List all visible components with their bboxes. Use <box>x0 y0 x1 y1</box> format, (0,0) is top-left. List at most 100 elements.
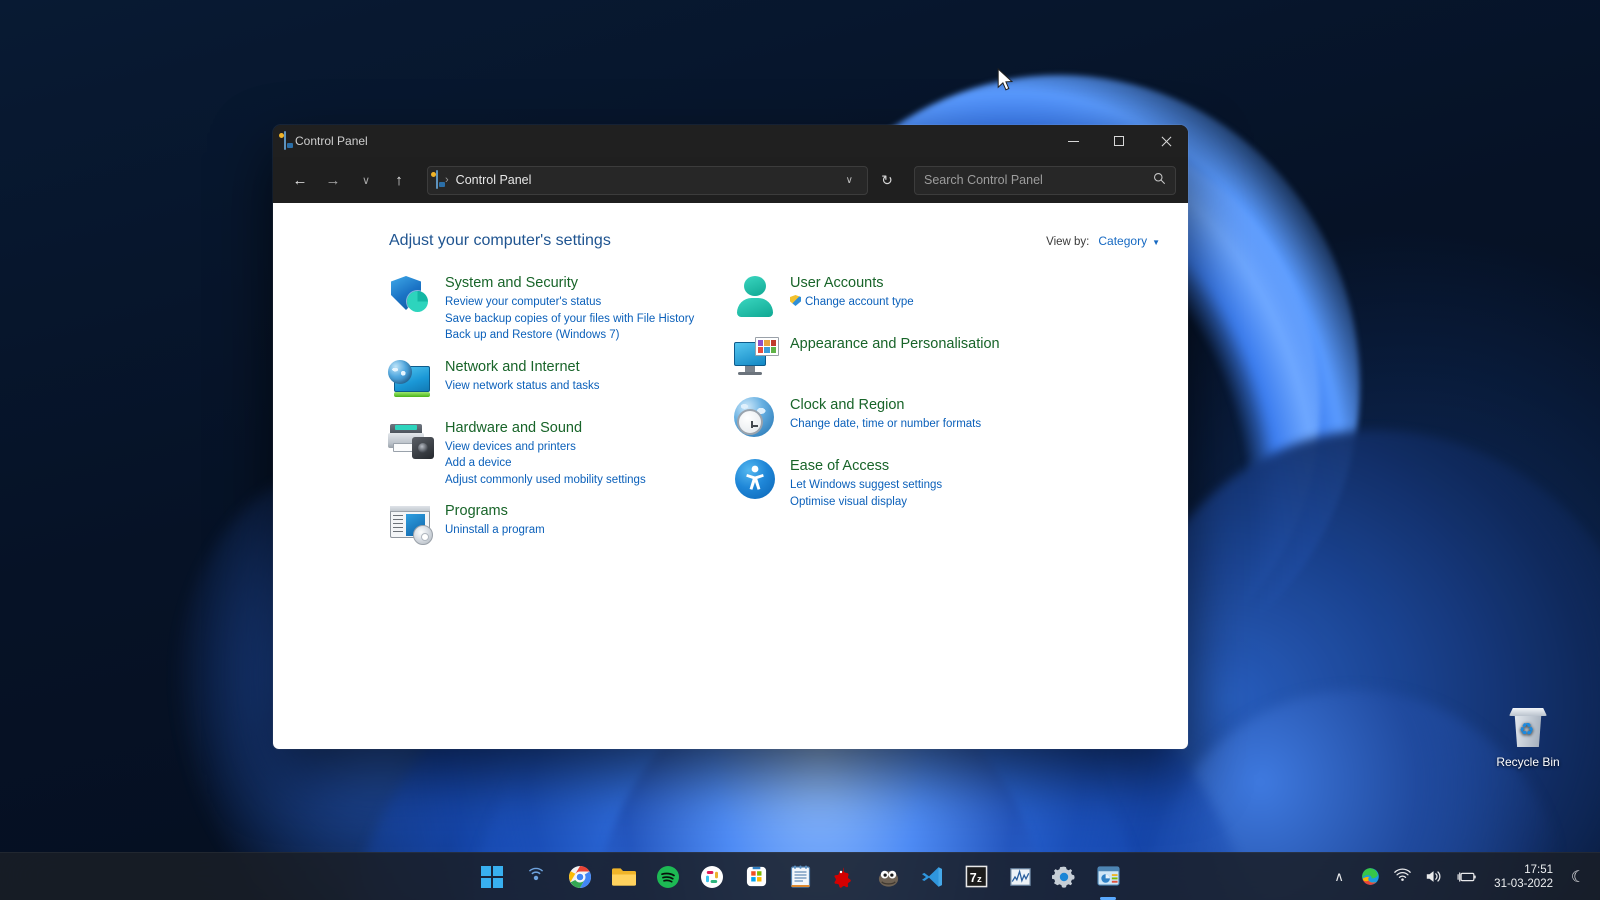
control-panel-icon <box>436 171 438 189</box>
system-tray[interactable]: ∧ <box>1325 857 1592 897</box>
refresh-button[interactable]: ↻ <box>872 166 902 195</box>
category-link[interactable]: View network status and tasks <box>445 378 599 395</box>
back-button[interactable]: ← <box>285 165 315 195</box>
page-title: Adjust your computer's settings <box>389 232 611 250</box>
minimize-button[interactable] <box>1050 125 1096 157</box>
taskbar-inkscape[interactable] <box>822 857 866 897</box>
category-link[interactable]: Review your computer's status <box>445 294 694 311</box>
taskbar-icon-group: 7 z <box>470 857 1130 897</box>
taskbar[interactable]: 7 z <box>0 852 1600 900</box>
category-link[interactable]: Add a device <box>445 455 646 472</box>
network-globe-monitor-icon <box>387 357 437 405</box>
taskbar-slack[interactable] <box>690 857 734 897</box>
network-wifi-icon[interactable] <box>1388 857 1417 897</box>
chevron-down-icon[interactable]: ▼ <box>1152 238 1160 247</box>
taskbar-system-monitor[interactable] <box>998 857 1042 897</box>
category-link[interactable]: View devices and printers <box>445 439 646 456</box>
control-panel-content: Adjust your computer's settings View by:… <box>273 203 1188 749</box>
view-by-label: View by: <box>1046 236 1089 248</box>
category-title[interactable]: Hardware and Sound <box>445 419 646 437</box>
category-appearance-and-personalisation[interactable]: Appearance and Personalisation <box>732 334 1092 382</box>
printer-speaker-icon <box>387 418 437 466</box>
category-column-right: User Accounts Change account type <box>732 273 1092 562</box>
clock-time: 17:51 <box>1524 863 1553 877</box>
category-link-with-shield[interactable]: Change account type <box>790 294 914 311</box>
category-title[interactable]: System and Security <box>445 274 694 292</box>
breadcrumb-separator: › <box>445 174 449 186</box>
category-link[interactable]: Save backup copies of your files with Fi… <box>445 311 694 328</box>
control-panel-icon <box>284 132 286 150</box>
taskbar-search-button[interactable] <box>514 857 558 897</box>
uac-shield-icon <box>790 295 801 306</box>
category-link[interactable]: Change date, time or number formats <box>790 416 981 433</box>
taskbar-control-panel[interactable] <box>1086 857 1130 897</box>
view-by-control[interactable]: View by: Category ▼ <box>1046 234 1160 248</box>
address-bar[interactable]: › Control Panel ∨ <box>427 166 868 195</box>
category-hardware-and-sound[interactable]: Hardware and Sound View devices and prin… <box>387 418 732 489</box>
forward-button[interactable]: → <box>318 165 348 195</box>
category-link[interactable]: Back up and Restore (Windows 7) <box>445 327 694 344</box>
category-link[interactable]: Adjust commonly used mobility settings <box>445 472 646 489</box>
volume-icon[interactable] <box>1419 857 1449 897</box>
breadcrumb-path[interactable]: Control Panel <box>456 173 840 187</box>
svg-text:z: z <box>976 874 981 885</box>
mouse-cursor <box>997 68 1015 94</box>
ease-of-access-icon <box>732 456 782 504</box>
navigation-toolbar[interactable]: ← → ∨ ↑ › Control Panel ∨ ↻ <box>273 157 1188 203</box>
taskbar-file-explorer[interactable] <box>602 857 646 897</box>
category-title[interactable]: Clock and Region <box>790 396 981 414</box>
view-by-value[interactable]: Category <box>1098 234 1147 248</box>
accessibility-person-glyph <box>745 465 765 491</box>
taskbar-visual-studio-code[interactable] <box>910 857 954 897</box>
clock-date: 31-03-2022 <box>1494 877 1553 891</box>
recycle-bin-icon: ♻ <box>1505 705 1551 751</box>
category-user-accounts[interactable]: User Accounts Change account type <box>732 273 1092 321</box>
category-network-and-internet[interactable]: Network and Internet View network status… <box>387 357 732 405</box>
category-title[interactable]: User Accounts <box>790 274 914 292</box>
battery-charging-icon[interactable] <box>1451 857 1483 897</box>
taskbar-gimp[interactable] <box>866 857 910 897</box>
up-button[interactable]: ↑ <box>384 165 414 195</box>
category-ease-of-access[interactable]: Ease of Access Let Windows suggest setti… <box>732 456 1092 510</box>
category-title[interactable]: Appearance and Personalisation <box>790 335 1000 353</box>
category-link[interactable]: Let Windows suggest settings <box>790 477 942 494</box>
tray-overflow-button[interactable]: ∧ <box>1325 857 1353 897</box>
category-title[interactable]: Network and Internet <box>445 358 599 376</box>
taskbar-spotify[interactable] <box>646 857 690 897</box>
category-system-and-security[interactable]: System and Security Review your computer… <box>387 273 732 344</box>
user-accounts-icon <box>732 273 782 321</box>
desktop[interactable]: ♻ Recycle Bin Control Panel ← → ∨ ↑ › <box>0 0 1600 900</box>
taskbar-settings[interactable] <box>1042 857 1086 897</box>
recycle-bin-desktop-icon[interactable]: ♻ Recycle Bin <box>1490 705 1566 769</box>
category-column-left: System and Security Review your computer… <box>387 273 732 562</box>
category-title[interactable]: Ease of Access <box>790 457 942 475</box>
control-panel-window[interactable]: Control Panel ← → ∨ ↑ › Control Panel ∨ … <box>273 125 1188 749</box>
microsoft-edge-icon[interactable] <box>1355 857 1386 897</box>
taskbar-7-zip[interactable]: 7 z <box>954 857 998 897</box>
close-button[interactable] <box>1142 125 1188 157</box>
recycle-bin-label: Recycle Bin <box>1490 755 1566 769</box>
taskbar-notepad[interactable] <box>778 857 822 897</box>
category-link[interactable]: Optimise visual display <box>790 494 942 511</box>
category-clock-and-region[interactable]: Clock and Region Change date, time or nu… <box>732 395 1092 443</box>
search-input[interactable] <box>924 173 1153 187</box>
taskbar-microsoft-store[interactable] <box>734 857 778 897</box>
search-box[interactable] <box>914 166 1176 195</box>
category-programs[interactable]: Programs Uninstall a program <box>387 501 732 549</box>
window-title: Control Panel <box>295 134 368 148</box>
window-titlebar[interactable]: Control Panel <box>273 125 1188 157</box>
security-shield-icon <box>387 273 437 321</box>
appearance-personalisation-icon <box>732 334 782 382</box>
taskbar-google-chrome[interactable] <box>558 857 602 897</box>
category-title[interactable]: Programs <box>445 502 545 520</box>
notifications-button[interactable]: ☾ <box>1564 857 1592 897</box>
category-link-label: Change account type <box>805 296 914 308</box>
taskbar-clock[interactable]: 17:51 31-03-2022 <box>1485 857 1562 897</box>
recent-locations-button[interactable]: ∨ <box>351 165 381 195</box>
maximize-button[interactable] <box>1096 125 1142 157</box>
programs-disc-icon <box>387 501 437 549</box>
category-link[interactable]: Uninstall a program <box>445 522 545 539</box>
chevron-down-icon[interactable]: ∨ <box>840 175 859 186</box>
clock-region-icon <box>732 395 782 443</box>
taskbar-start-button[interactable] <box>470 857 514 897</box>
